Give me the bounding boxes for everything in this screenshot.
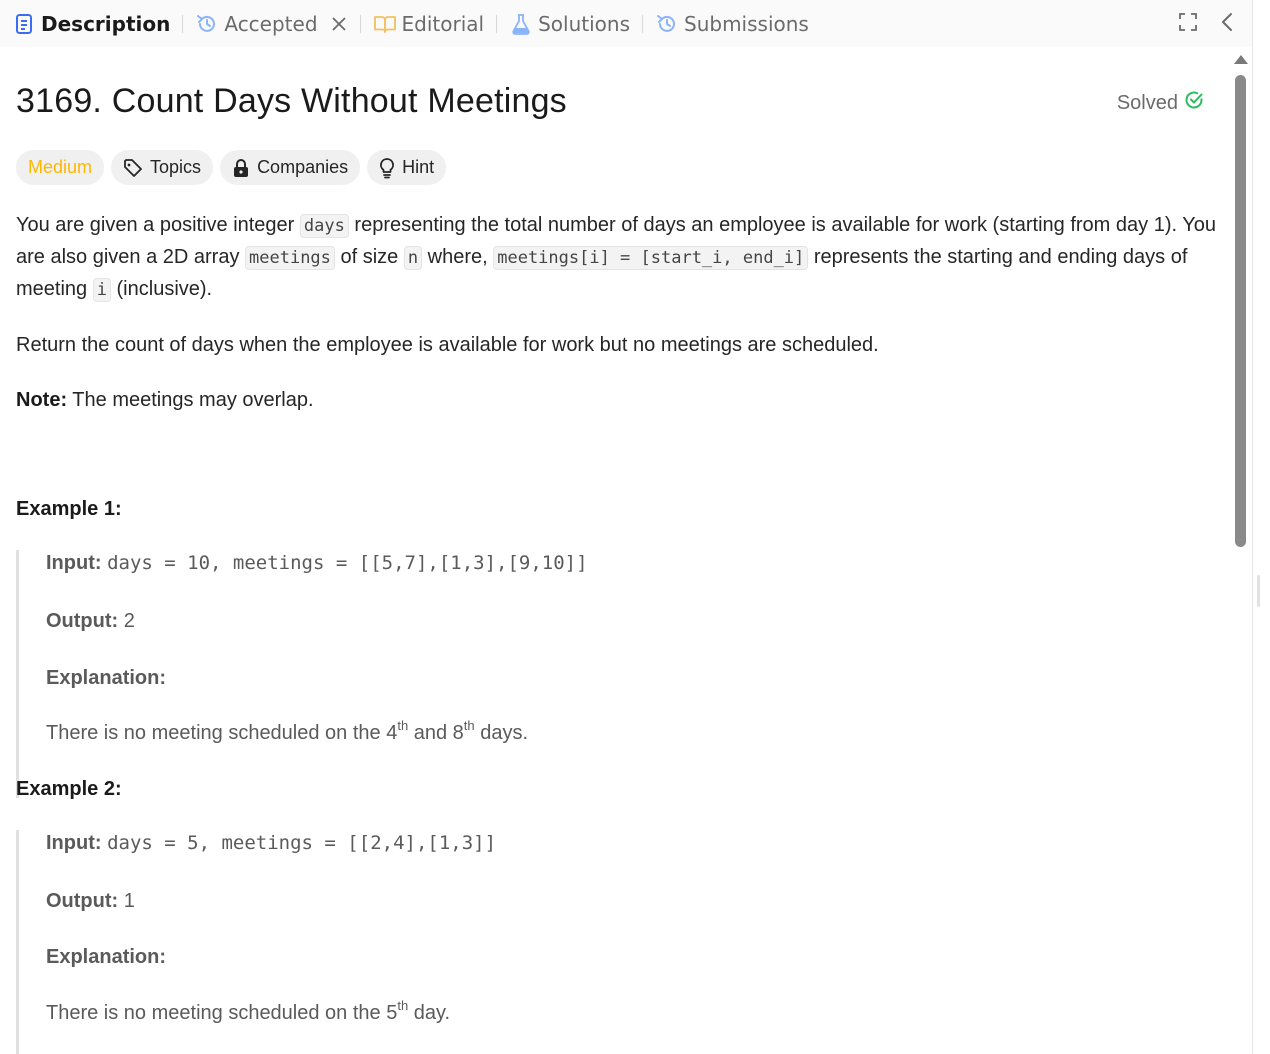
- tab-description-label: Description: [41, 11, 171, 36]
- tab-editorial[interactable]: Editorial: [373, 0, 485, 47]
- example-1-output: Output: 2: [46, 610, 135, 633]
- topics-label: Topics: [150, 157, 202, 177]
- companies-label: Companies: [257, 157, 349, 177]
- flask-icon: [509, 12, 533, 36]
- statement-text: where,: [422, 246, 494, 268]
- tab-separator: [359, 14, 361, 33]
- inline-code: i: [92, 278, 111, 302]
- example-1-explanation: There is no meeting scheduled on the 4th…: [46, 719, 528, 745]
- tab-bar: Description Accepted Editorial Solutions…: [0, 0, 1252, 47]
- chevron-left-icon[interactable]: [1220, 12, 1234, 36]
- page-title: 3169. Count Days Without Meetings: [16, 82, 567, 120]
- statement-text: of size: [334, 246, 404, 268]
- example-2-explanation-label: Explanation:: [46, 946, 166, 969]
- tab-separator: [496, 14, 498, 33]
- statement-text: You are given a positive integer: [16, 214, 300, 236]
- resize-handle[interactable]: [1257, 575, 1260, 607]
- tag-row: Medium Topics Companies Hint: [16, 150, 447, 185]
- tab-actions: [1178, 0, 1234, 47]
- scroll-up-arrow-icon[interactable]: [1234, 55, 1248, 64]
- check-circle-icon: [1178, 90, 1204, 116]
- tab-accepted[interactable]: Accepted: [195, 0, 347, 47]
- input-value: days = 10, meetings = [[5,7],[1,3],[9,10…: [107, 552, 588, 574]
- tab-solutions-label: Solutions: [538, 11, 630, 36]
- note-paragraph: Note: The meetings may overlap.: [16, 385, 1216, 416]
- example-2-output: Output: 1: [46, 890, 135, 913]
- difficulty-badge: Medium: [16, 150, 105, 185]
- example-2-block: Input: days = 5, meetings = [[2,4],[1,3]…: [16, 830, 1216, 1054]
- tab-submissions[interactable]: Submissions: [655, 0, 809, 47]
- tab-accepted-label: Accepted: [224, 11, 318, 36]
- explanation-text: There is no meeting scheduled on the 5: [46, 1002, 398, 1024]
- return-paragraph: Return the count of days when the employ…: [16, 334, 879, 356]
- inline-code: n: [403, 246, 423, 270]
- explanation-text: and 8: [408, 722, 464, 744]
- input-label: Input:: [46, 832, 102, 854]
- example-1-title: Example 1:: [16, 498, 122, 520]
- inline-code: meetings: [245, 246, 335, 270]
- tag-icon: [123, 158, 143, 178]
- tab-separator: [642, 14, 643, 33]
- close-icon[interactable]: [330, 15, 348, 33]
- lightbulb-icon: [379, 157, 395, 179]
- topics-button[interactable]: Topics: [111, 150, 214, 185]
- tab-editorial-label: Editorial: [401, 11, 485, 36]
- hint-button[interactable]: Hint: [367, 150, 447, 185]
- example-1-input: Input: days = 10, meetings = [[5,7],[1,3…: [46, 552, 588, 575]
- fullscreen-icon[interactable]: [1178, 12, 1198, 36]
- note-label: Note:: [16, 389, 68, 411]
- input-value: days = 5, meetings = [[2,4],[1,3]]: [107, 832, 497, 854]
- lock-icon: [232, 158, 250, 178]
- solved-status: Solved: [1117, 90, 1204, 116]
- book-icon: [373, 12, 397, 36]
- panel-divider[interactable]: [1252, 0, 1270, 1054]
- example-2-input: Input: days = 5, meetings = [[2,4],[1,3]…: [46, 832, 496, 855]
- inline-code: meetings[i] = [start_i, end_i]: [493, 246, 809, 270]
- output-label: Output:: [46, 890, 119, 912]
- problem-statement: You are given a positive integer days re…: [16, 210, 1216, 440]
- tab-submissions-label: Submissions: [684, 11, 809, 36]
- history-icon: [195, 12, 219, 36]
- superscript: th: [397, 718, 409, 733]
- output-value: 1: [123, 890, 135, 912]
- hint-label: Hint: [402, 157, 435, 177]
- example-1-explanation-label: Explanation:: [46, 667, 166, 690]
- output-label: Output:: [46, 610, 119, 632]
- superscript: th: [463, 718, 475, 733]
- inline-code: days: [299, 214, 349, 238]
- explanation-label: Explanation:: [46, 946, 167, 968]
- history-icon: [655, 12, 679, 36]
- explanation-text: day.: [408, 1002, 451, 1024]
- statement-paragraph: You are given a positive integer days re…: [16, 210, 1216, 306]
- input-label: Input:: [46, 552, 102, 574]
- example-2-title: Example 2:: [16, 778, 122, 800]
- document-icon: [12, 12, 36, 36]
- explanation-text: There is no meeting scheduled on the 4: [46, 722, 398, 744]
- explanation-label: Explanation:: [46, 667, 167, 689]
- superscript: th: [397, 998, 409, 1013]
- output-value: 2: [123, 610, 135, 632]
- explanation-text: days.: [474, 722, 528, 744]
- statement-text: (inclusive).: [110, 278, 213, 300]
- companies-button[interactable]: Companies: [220, 150, 361, 185]
- note-text: The meetings may overlap.: [67, 389, 314, 411]
- tab-description[interactable]: Description: [12, 0, 170, 47]
- tab-solutions[interactable]: Solutions: [509, 0, 630, 47]
- example-1-block: Input: days = 10, meetings = [[5,7],[1,3…: [16, 550, 1216, 798]
- solved-label: Solved: [1116, 91, 1178, 114]
- example-2-explanation: There is no meeting scheduled on the 5th…: [46, 999, 451, 1025]
- tab-separator: [182, 14, 184, 33]
- scrollbar-thumb[interactable]: [1235, 75, 1246, 547]
